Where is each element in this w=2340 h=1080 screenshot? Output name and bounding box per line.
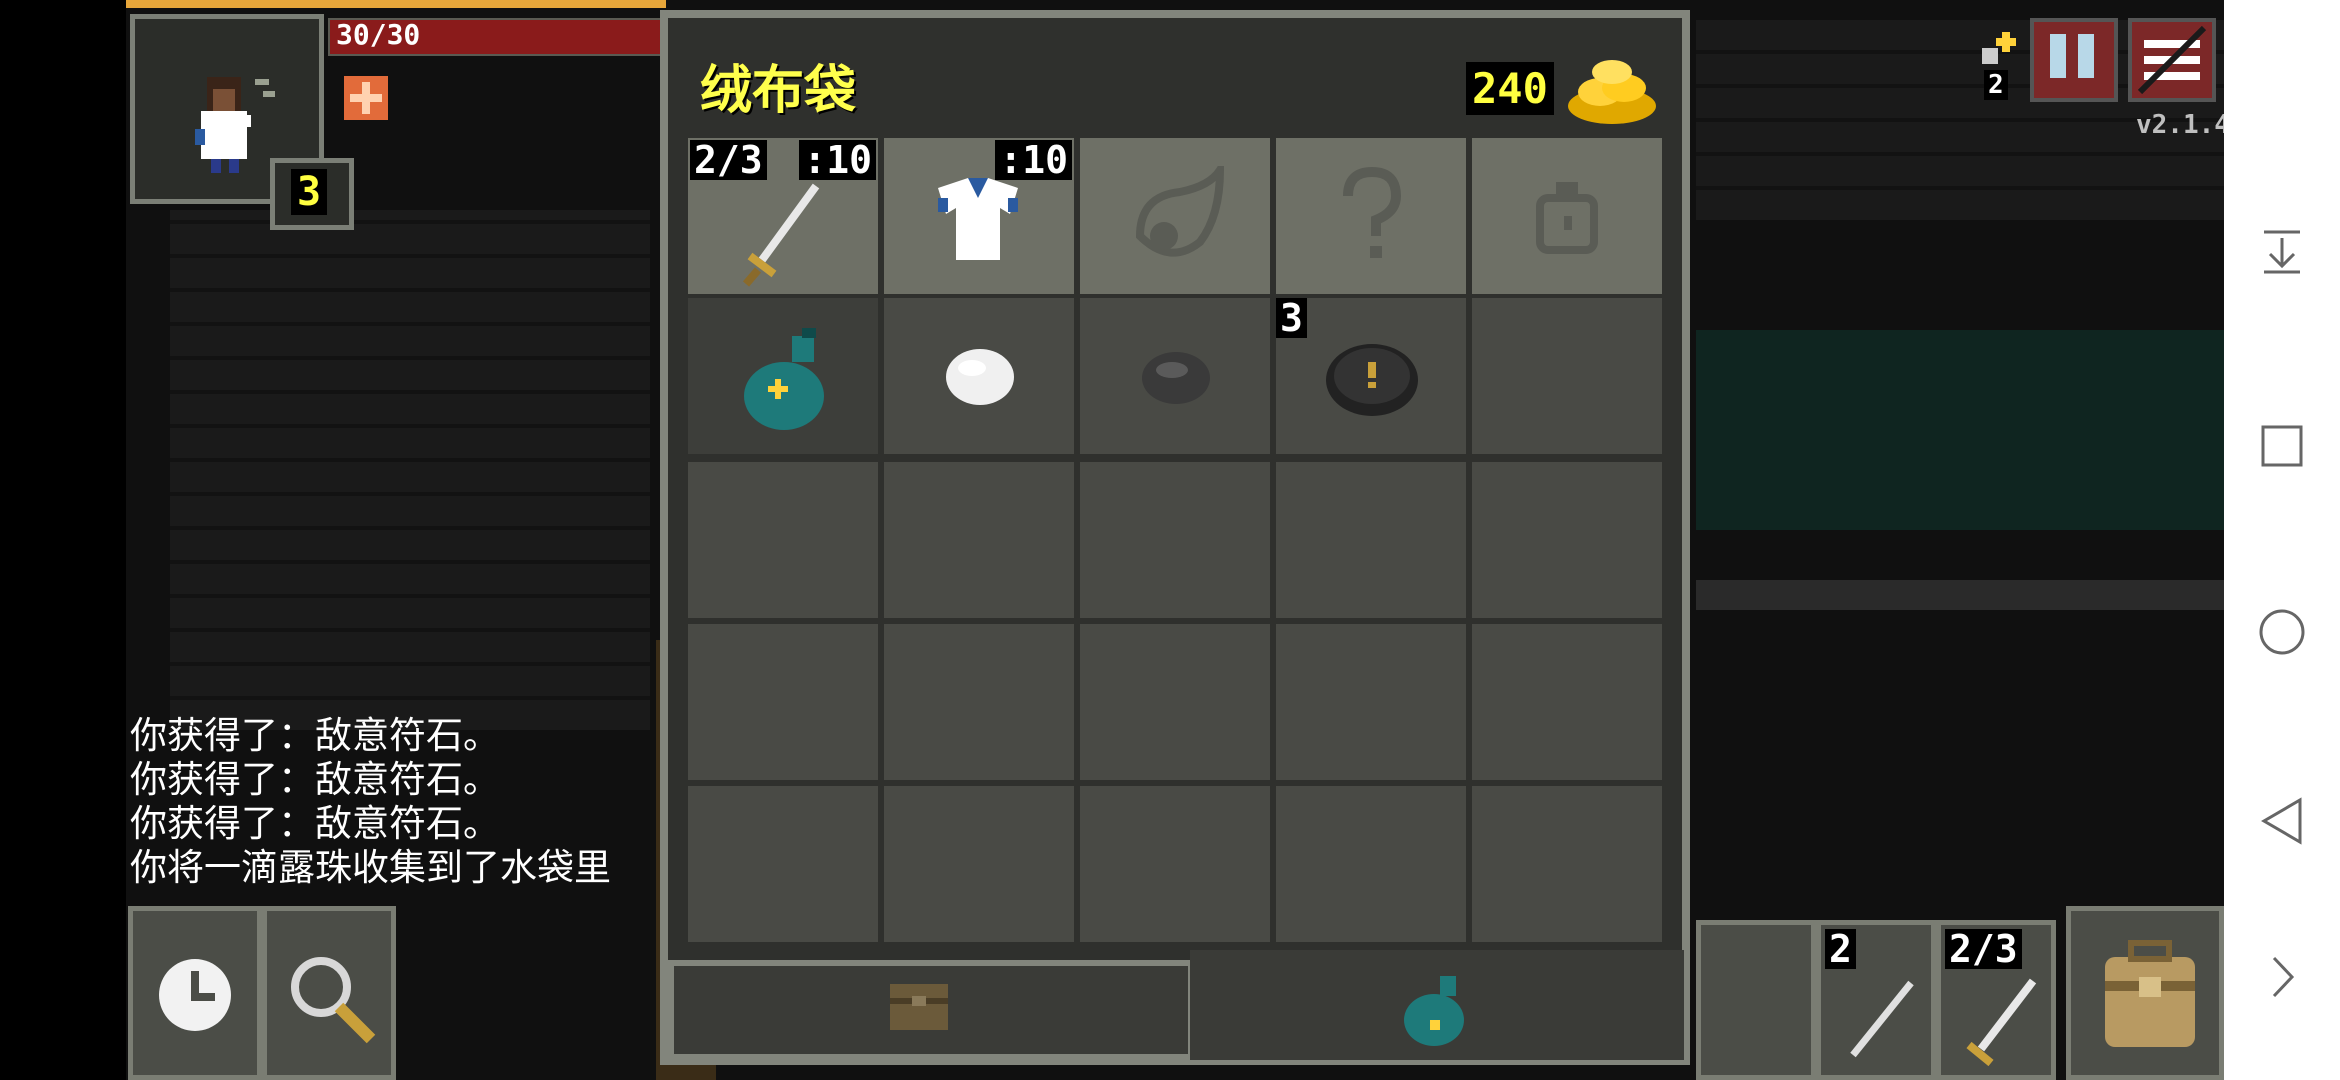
equip-slot-artifact[interactable] bbox=[1080, 138, 1270, 294]
hero-level-badge: 3 bbox=[270, 158, 354, 230]
bag-title: 绒布袋 bbox=[700, 61, 857, 121]
quickslot-empty[interactable] bbox=[1696, 920, 1816, 1080]
log-line: 你获得了：敌意符石。 bbox=[130, 714, 500, 757]
back-icon[interactable] bbox=[2260, 796, 2304, 846]
wall-ledge bbox=[1696, 580, 2224, 610]
buff-icon[interactable] bbox=[344, 76, 388, 120]
magnifier-icon bbox=[291, 957, 376, 1044]
level-badge: :10 bbox=[799, 140, 876, 180]
inventory-slot[interactable] bbox=[1080, 462, 1270, 618]
log-line: 你获得了：敌意符石。 bbox=[130, 802, 500, 845]
inventory-slot[interactable] bbox=[1080, 786, 1270, 942]
search-button[interactable] bbox=[262, 906, 396, 1080]
version-text: v2.1.4 bbox=[2136, 110, 2230, 140]
inventory-slot[interactable] bbox=[688, 298, 878, 454]
waterskin-tab-icon bbox=[1404, 976, 1464, 1046]
tab-waterskin[interactable] bbox=[1190, 950, 1684, 1060]
gold-icon bbox=[1562, 48, 1662, 128]
inventory-slot[interactable] bbox=[1080, 624, 1270, 780]
inventory-slot[interactable] bbox=[1276, 462, 1466, 618]
log-line: 你将一滴露珠收集到了水袋里 bbox=[130, 846, 611, 889]
artifact-placeholder-icon bbox=[1135, 166, 1225, 257]
runestone-icon bbox=[1326, 344, 1418, 416]
menu-button[interactable] bbox=[2128, 18, 2216, 102]
durability-badge: 2/3 bbox=[690, 140, 767, 180]
inventory-slot[interactable] bbox=[884, 786, 1074, 942]
cloth-armor-icon bbox=[938, 178, 1018, 260]
notification-pull-icon[interactable] bbox=[2260, 226, 2304, 276]
quickslot-2[interactable]: 2/3 bbox=[1936, 920, 2056, 1080]
clock-icon bbox=[159, 959, 231, 1031]
hp-text: 30/30 bbox=[336, 18, 421, 51]
equip-slot-misc[interactable] bbox=[1276, 138, 1466, 294]
inventory-slot[interactable] bbox=[1276, 786, 1466, 942]
inventory-slot[interactable] bbox=[688, 462, 878, 618]
backpack-icon bbox=[2105, 940, 2195, 1047]
log-line: 你获得了：敌意符石。 bbox=[130, 758, 500, 801]
waterskin-icon bbox=[744, 328, 824, 430]
recents-icon[interactable] bbox=[2260, 424, 2304, 468]
backpack-button[interactable] bbox=[2066, 906, 2224, 1080]
equip-slot-armor[interactable]: :10 bbox=[884, 138, 1074, 294]
gold-amount: 240 bbox=[1466, 62, 1554, 115]
menu-icon bbox=[2137, 25, 2207, 95]
sword-icon bbox=[1966, 978, 2037, 1067]
exp-bar bbox=[126, 0, 666, 8]
question-placeholder-icon bbox=[1343, 166, 1402, 258]
inventory-slot[interactable] bbox=[1472, 786, 1662, 942]
quickslot-1[interactable]: 2 bbox=[1816, 920, 1936, 1080]
journal-count: 2 bbox=[1984, 70, 2008, 100]
inventory-slot[interactable] bbox=[884, 462, 1074, 618]
equip-slot-weapon[interactable]: 2/3 :10 bbox=[688, 138, 878, 294]
equip-slot-ring[interactable] bbox=[1472, 138, 1662, 294]
inventory-slot[interactable] bbox=[1276, 624, 1466, 780]
grey-stone-icon bbox=[1142, 352, 1210, 404]
hero-level-text: 3 bbox=[291, 169, 328, 215]
inventory-slot[interactable] bbox=[884, 298, 1074, 454]
sword-icon bbox=[742, 183, 820, 287]
dungeon-floor-left bbox=[170, 210, 650, 730]
quickslot-count: 2 bbox=[1825, 929, 1856, 969]
quickslot-count: 2/3 bbox=[1945, 929, 2022, 969]
inventory-slot[interactable] bbox=[1472, 298, 1662, 454]
inventory-slot[interactable] bbox=[1472, 462, 1662, 618]
journal-button[interactable] bbox=[2030, 18, 2118, 102]
chevron-right-icon[interactable] bbox=[2268, 954, 2298, 1000]
dart-icon bbox=[1850, 980, 1914, 1058]
white-stone-icon bbox=[946, 349, 1014, 405]
item-count-badge: 3 bbox=[1276, 298, 1307, 338]
android-nav-bar bbox=[2224, 0, 2340, 1080]
journal-icon bbox=[2050, 34, 2094, 78]
water-area bbox=[1696, 330, 2224, 530]
stairs-indicator-icon bbox=[1978, 28, 2018, 68]
ring-placeholder-icon bbox=[1536, 182, 1598, 254]
tab-backpack[interactable] bbox=[668, 960, 1194, 1060]
inventory-slot[interactable] bbox=[688, 624, 878, 780]
inventory-slot[interactable] bbox=[884, 624, 1074, 780]
wait-button[interactable] bbox=[128, 906, 262, 1080]
inventory-slot[interactable]: 3 bbox=[1276, 298, 1466, 454]
inventory-slot[interactable] bbox=[688, 786, 878, 942]
inventory-slot[interactable] bbox=[1080, 298, 1270, 454]
inventory-slot[interactable] bbox=[1472, 624, 1662, 780]
home-icon[interactable] bbox=[2258, 608, 2306, 656]
message-log: 你获得了：敌意符石。 你获得了：敌意符石。 你获得了：敌意符石。 你将一滴露珠收… bbox=[130, 714, 658, 890]
backpack-tab-icon bbox=[890, 984, 948, 1030]
